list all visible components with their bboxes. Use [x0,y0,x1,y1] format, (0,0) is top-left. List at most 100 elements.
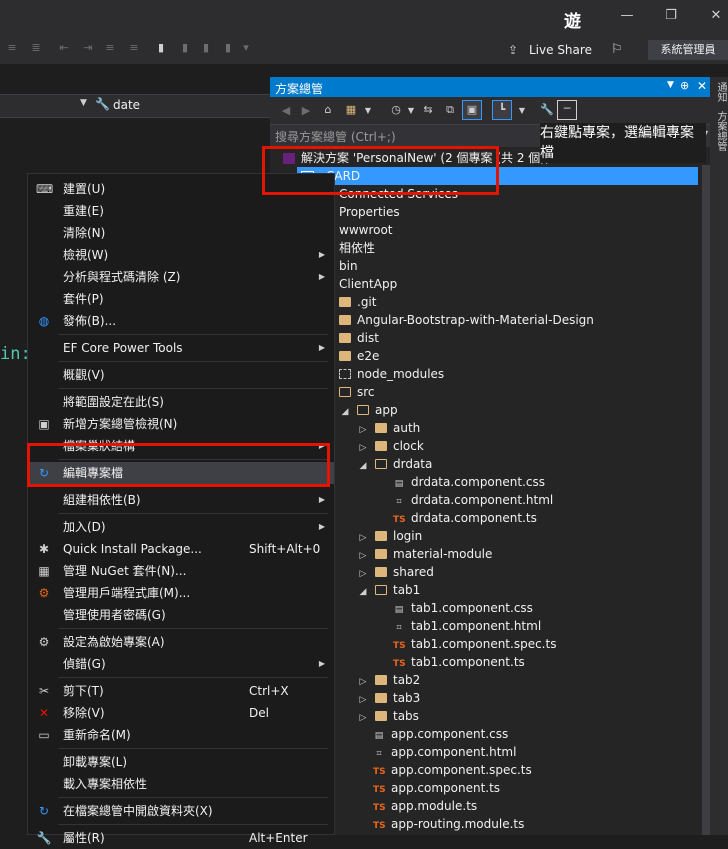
show-all-files-icon[interactable]: ▣ [462,100,482,120]
tree-item[interactable]: ▤ drdata.component.css [393,473,545,491]
tree-item[interactable]: ClientApp [339,275,397,293]
tree-item[interactable]: ⌗ app.component.html [373,743,516,761]
menu-item[interactable]: 分析與程式碼清除 (Z) ▶ [28,266,334,288]
next-bookmark-icon[interactable]: ▮ [200,42,212,54]
preview-icon[interactable]: ┗ [492,100,512,120]
menu-item[interactable]: ↻ 在檔案總管中開啟資料夾(X) [28,800,334,822]
toolbar-overflow-icon[interactable]: ▾ [240,42,252,54]
switch-view-icon[interactable]: ▦ [345,104,357,116]
collapsed-arrow-icon[interactable]: ▷ [357,709,369,727]
menu-item[interactable]: ▭ 重新命名(M) [28,724,334,746]
clear-bookmark-icon[interactable]: ▮ [222,42,234,54]
restore-button[interactable]: ❐ [661,8,681,23]
menu-item[interactable]: 概觀(V) [28,364,334,386]
tree-item[interactable]: Properties [339,203,400,221]
close-button[interactable]: ✕ [706,8,726,23]
uncomment-icon[interactable]: ≣ [30,42,42,54]
expanded-arrow-icon[interactable]: ◢ [339,403,351,421]
tree-item[interactable]: ▷ clock [357,437,424,455]
tree-item[interactable]: bin [339,257,358,275]
forward-icon[interactable]: ▶ [300,105,312,117]
menu-item[interactable]: ⚙ 管理用戶端程式庫(M)... [28,582,334,604]
tree-item[interactable]: ⌗ tab1.component.html [393,617,541,635]
chevron-down-icon[interactable]: ▼ [516,105,528,117]
menu-item[interactable]: 檢視(W) ▶ [28,244,334,266]
feedback-icon[interactable]: ⚐ [611,42,623,57]
tree-item[interactable]: ▷ tab3 [357,689,421,707]
tree-item[interactable]: ◢ app [339,401,398,419]
tree-item[interactable]: TS tab1.component.ts [393,653,525,671]
tree-item[interactable]: ▷ shared [357,563,434,581]
tree-item[interactable]: wwwroot [339,221,393,239]
chevron-down-icon[interactable]: ▼ [80,98,87,108]
back-icon[interactable]: ◀ [280,105,292,117]
tree-item[interactable]: e2e [339,347,379,365]
tree-item[interactable]: TS drdata.component.ts [393,509,537,527]
sync-icon[interactable]: ⇆ [422,104,434,116]
history-icon[interactable]: ◷ [390,104,402,116]
expanded-arrow-icon[interactable]: ◢ [357,457,369,475]
tree-item[interactable]: dist [339,329,379,347]
dropdown-icon[interactable]: ▼ [667,80,674,90]
live-share-button[interactable]: Live Share [529,43,592,57]
minimize-panel-icon[interactable]: ─ [557,100,577,120]
indent-icon[interactable]: ⇤ [58,42,70,54]
menu-item[interactable]: 載入專案相依性 [28,773,334,795]
tree-item[interactable]: TS app-routing.module.ts [373,815,524,833]
tree-item[interactable]: ◢ tab1 [357,581,421,601]
tree-item[interactable]: ▤ tab1.component.css [393,599,533,617]
tree-item[interactable]: ▷ auth [357,419,421,437]
tree-item[interactable]: TS app.component.spec.ts [373,761,532,779]
menu-item[interactable]: 卸載專案(L) [28,751,334,773]
outdent-icon[interactable]: ⇥ [82,42,94,54]
minimize-button[interactable]: — [617,8,637,23]
menu-item[interactable]: ✕ 移除(V) Del [28,702,334,724]
panel-close-icon[interactable]: ✕ [697,79,707,93]
menu-item[interactable]: 加入(D) ▶ [28,516,334,538]
align-icon[interactable]: ≡ [128,42,140,54]
menu-item[interactable]: 🔧 屬性(R) Alt+Enter [28,827,334,849]
tree-item[interactable]: 相依性 [339,239,375,257]
search-input[interactable]: 搜尋方案總管 (Ctrl+;) [275,128,396,145]
tree-item[interactable]: TS app.module.ts [373,797,477,815]
menu-item[interactable]: ▦ 管理 NuGet 套件(N)... [28,560,334,582]
tree-item[interactable]: ▷ login [357,527,423,545]
menu-item[interactable]: ✂ 剪下(T) Ctrl+X [28,680,334,702]
tree-item[interactable]: ◢ drdata [357,455,433,475]
menu-item[interactable]: EF Core Power Tools ▶ [28,337,334,359]
solution-explorer-tab[interactable]: 方案總管 [713,111,728,151]
menu-item[interactable]: 管理使用者密碼(G) [28,604,334,626]
tree-scrollbar[interactable] [702,165,710,835]
home-icon[interactable]: ⌂ [322,104,334,116]
properties-wrench-icon[interactable]: 🔧 [540,104,554,116]
menu-item[interactable]: ✱ Quick Install Package... Shift+Alt+0 [28,538,334,560]
prev-bookmark-icon[interactable]: ▮ [179,42,191,54]
pin-icon[interactable]: ⊕ [680,79,689,92]
tree-item[interactable]: ▷ material-module [357,545,493,563]
menu-item[interactable]: ◍ 發佈(B)... [28,310,334,332]
menu-item[interactable]: 偵錯(G) ▶ [28,653,334,675]
menu-item[interactable]: 重建(E) [28,200,334,222]
tree-item[interactable]: ▷ tabs [357,707,419,725]
tree-item[interactable]: .git [339,293,376,311]
comment-icon[interactable]: ≡ [6,42,18,54]
menu-item[interactable]: 套件(P) [28,288,334,310]
menu-item[interactable]: 將範圍設定在此(S) [28,391,334,413]
chevron-down-icon[interactable]: ▼ [405,105,417,117]
format-icon[interactable]: ≡ [104,42,116,54]
expanded-arrow-icon[interactable]: ◢ [357,583,369,601]
collapse-icon[interactable]: ⧉ [444,104,456,116]
tree-item[interactable]: node_modules [339,365,444,383]
menu-item[interactable]: 組建相依性(B) ▶ [28,489,334,511]
tree-item[interactable]: ▷ tab2 [357,671,421,689]
live-share-icon[interactable]: ⇪ [508,43,518,57]
member-dropdown[interactable]: date [113,98,140,112]
menu-item[interactable]: 清除(N) [28,222,334,244]
tree-item[interactable]: ⌗ drdata.component.html [393,491,553,509]
tree-item[interactable]: src [339,383,375,401]
bookmark-icon[interactable]: ▮ [155,42,167,54]
notifications-tab[interactable]: 通知 [713,82,728,102]
menu-item[interactable]: ⚙ 設定為啟始專案(A) [28,631,334,653]
tree-item[interactable]: ▤ app.component.css [373,725,508,743]
chevron-down-icon[interactable]: ▼ [362,105,374,117]
